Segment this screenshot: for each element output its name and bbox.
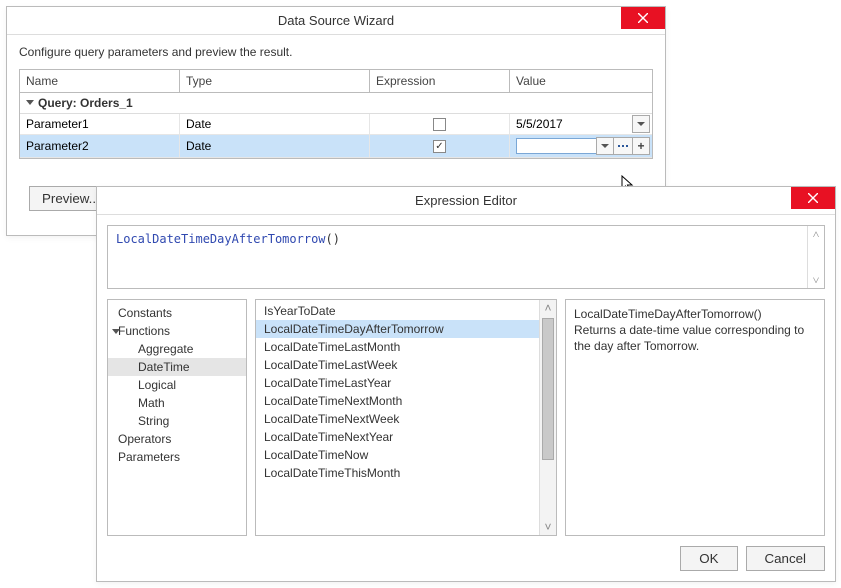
description-body: Returns a date-time value corresponding … [574, 322, 816, 354]
col-header-value[interactable]: Value [510, 70, 652, 93]
ellipsis-icon [618, 145, 628, 147]
list-item[interactable]: LocalDateTimeThisMonth [256, 464, 539, 482]
checkbox-checked-icon[interactable]: ✓ [433, 140, 446, 153]
tree-item-constants[interactable]: Constants [108, 304, 246, 322]
list-item[interactable]: LocalDateTimeDayAfterTomorrow [256, 320, 539, 338]
tree-item-logical[interactable]: Logical [108, 376, 246, 394]
cell-expression[interactable] [370, 114, 510, 134]
value-dropdown-button[interactable] [596, 137, 614, 155]
expression-scrollbar[interactable]: ˄ ˅ [807, 226, 824, 288]
cell-type[interactable]: Date [180, 114, 370, 134]
scroll-down-icon[interactable]: ˅ [808, 272, 824, 288]
close-button[interactable] [621, 7, 665, 29]
dsw-instruction: Configure query parameters and preview t… [19, 45, 653, 59]
close-icon [638, 11, 648, 26]
expression-value-input[interactable] [516, 138, 597, 154]
close-button[interactable] [791, 187, 835, 209]
tree-item-datetime[interactable]: DateTime [108, 358, 246, 376]
tree-item-math[interactable]: Math [108, 394, 246, 412]
dsw-titlebar: Data Source Wizard [7, 7, 665, 35]
value-dropdown-button[interactable] [632, 115, 650, 133]
ee-body: LocalDateTimeDayAfterTomorrow() ˄ ˅ Cons… [97, 215, 835, 581]
tree-item-parameters[interactable]: Parameters [108, 448, 246, 466]
expression-editor-button[interactable] [613, 137, 633, 155]
chevron-down-icon [601, 144, 609, 148]
tree-item-aggregate[interactable]: Aggregate [108, 340, 246, 358]
chevron-down-icon [637, 122, 645, 126]
expression-input[interactable]: LocalDateTimeDayAfterTomorrow() ˄ ˅ [107, 225, 825, 289]
category-tree: Constants Functions Aggregate DateTime L… [107, 299, 247, 536]
close-icon [808, 191, 818, 206]
group-row[interactable]: Query: Orders_1 [20, 93, 652, 114]
scroll-up-icon[interactable]: ˄ [540, 300, 556, 316]
expression-editor-window: Expression Editor LocalDateTimeDayAfterT… [96, 186, 836, 582]
tree-item-functions[interactable]: Functions [108, 322, 246, 340]
list-item[interactable]: LocalDateTimeLastMonth [256, 338, 539, 356]
table-row[interactable]: Parameter2 Date ✓ + [20, 135, 652, 158]
col-header-expression[interactable]: Expression [370, 70, 510, 93]
function-list-inner: IsYearToDateLocalDateTimeDayAfterTomorro… [256, 300, 539, 535]
ok-button[interactable]: OK [680, 546, 737, 571]
add-button[interactable]: + [632, 137, 650, 155]
cell-name[interactable]: Parameter1 [20, 114, 180, 134]
grid-body: Query: Orders_1 Parameter1 Date 5/5/2017… [19, 93, 653, 159]
tree-item-operators[interactable]: Operators [108, 430, 246, 448]
group-label: Query: Orders_1 [38, 96, 133, 110]
cell-value[interactable]: + [510, 135, 652, 157]
description-panel: LocalDateTimeDayAfterTomorrow() Returns … [565, 299, 825, 536]
cell-expression[interactable]: ✓ [370, 135, 510, 157]
cell-type[interactable]: Date [180, 135, 370, 157]
col-header-type[interactable]: Type [180, 70, 370, 93]
grid-header: Name Type Expression Value [19, 69, 653, 93]
table-row[interactable]: Parameter1 Date 5/5/2017 [20, 114, 652, 135]
list-item[interactable]: LocalDateTimeNextYear [256, 428, 539, 446]
list-item[interactable]: LocalDateTimeLastYear [256, 374, 539, 392]
value-text: 5/5/2017 [516, 117, 650, 131]
expression-text: LocalDateTimeDayAfterTomorrow() [116, 232, 340, 246]
scroll-track[interactable] [540, 316, 556, 519]
description-heading: LocalDateTimeDayAfterTomorrow() [574, 306, 816, 322]
plus-icon: + [637, 140, 644, 152]
list-item[interactable]: LocalDateTimeLastWeek [256, 356, 539, 374]
list-item[interactable]: LocalDateTimeNextWeek [256, 410, 539, 428]
list-scrollbar[interactable]: ˄ ˅ [539, 300, 556, 535]
scroll-thumb[interactable] [542, 318, 554, 460]
scroll-down-icon[interactable]: ˅ [540, 519, 556, 535]
cell-value[interactable]: 5/5/2017 [510, 114, 652, 134]
list-item[interactable]: LocalDateTimeNow [256, 446, 539, 464]
cell-name[interactable]: Parameter2 [20, 135, 180, 157]
scroll-up-icon[interactable]: ˄ [808, 226, 824, 242]
list-item[interactable]: IsYearToDate [256, 302, 539, 320]
ee-footer: OK Cancel [107, 536, 825, 571]
list-item[interactable]: LocalDateTimeNextMonth [256, 392, 539, 410]
dsw-title: Data Source Wizard [278, 13, 394, 28]
function-list: IsYearToDateLocalDateTimeDayAfterTomorro… [255, 299, 557, 536]
checkbox-unchecked-icon[interactable] [433, 118, 446, 131]
cancel-button[interactable]: Cancel [746, 546, 826, 571]
col-header-name[interactable]: Name [20, 70, 180, 93]
ee-title: Expression Editor [415, 193, 517, 208]
ee-titlebar: Expression Editor [97, 187, 835, 215]
tree-item-string[interactable]: String [108, 412, 246, 430]
